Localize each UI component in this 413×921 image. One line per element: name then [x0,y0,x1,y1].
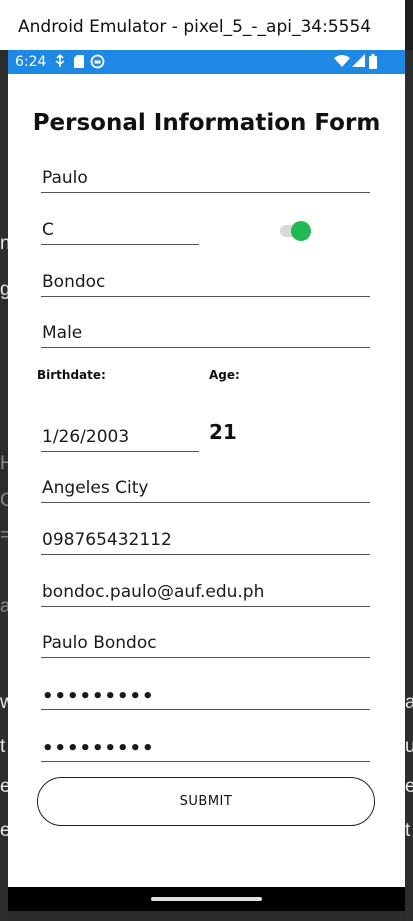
phone-value: 098765432112 [42,530,172,550]
app-notification-icon [90,54,105,74]
background-text: u [405,736,413,757]
gender-value: Male [42,323,83,343]
window-title: Android Emulator - pixel_5_-_api_34:5554 [18,17,372,37]
username-value: Paulo Bondoc [42,633,157,653]
status-time: 6:24 [15,54,47,70]
titlebar-edge [405,0,413,50]
password-field[interactable]: ••••••••• [41,678,370,710]
email-field[interactable]: bondoc.paulo@auf.edu.ph [41,575,370,607]
last-name-value: Bondoc [42,272,106,292]
phone-field[interactable]: 098765432112 [41,523,370,555]
submit-button[interactable]: SUBMIT [37,777,375,826]
phone-screen: 6:24 Personal Information Form Paulo C B… [8,50,405,911]
password-value: ••••••••• [42,686,155,707]
city-field[interactable]: Angeles City [41,471,370,503]
age-value: 21 [209,420,237,444]
first-name-value: Paulo [42,168,88,188]
birthdate-label: Birthdate: [37,368,106,382]
city-value: Angeles City [42,478,149,498]
toggle-thumb [291,221,311,241]
last-name-field[interactable]: Bondoc [41,265,370,297]
status-bar: 6:24 [8,50,405,74]
sd-card-icon [73,54,85,74]
email-value: bondoc.paulo@auf.edu.ph [42,582,265,602]
background-text: a [405,692,413,713]
confirm-password-value: ••••••••• [42,738,155,759]
navigation-bar [8,887,405,911]
background-text: t [0,736,6,757]
confirm-password-field[interactable]: ••••••••• [41,730,370,762]
birthdate-value: 1/26/2003 [42,427,130,447]
wifi-icon [334,54,350,73]
middle-initial-value: C [42,220,54,240]
background-text: e [405,776,413,797]
emulator-titlebar: Android Emulator - pixel_5_-_api_34:5554 [0,0,413,50]
birthdate-field[interactable]: 1/26/2003 [41,420,199,452]
usb-debug-icon [54,53,66,74]
middle-initial-field[interactable]: C [41,213,199,245]
username-field[interactable]: Paulo Bondoc [41,626,370,658]
signal-icon [352,54,365,73]
age-label: Age: [209,368,240,382]
battery-icon [369,54,377,74]
toggle-switch[interactable] [280,221,312,241]
first-name-field[interactable]: Paulo [41,161,370,193]
home-gesture-pill[interactable] [151,897,262,901]
gender-field[interactable]: Male [41,316,370,348]
background-text: t [405,820,411,841]
form-title: Personal Information Form [32,110,381,136]
